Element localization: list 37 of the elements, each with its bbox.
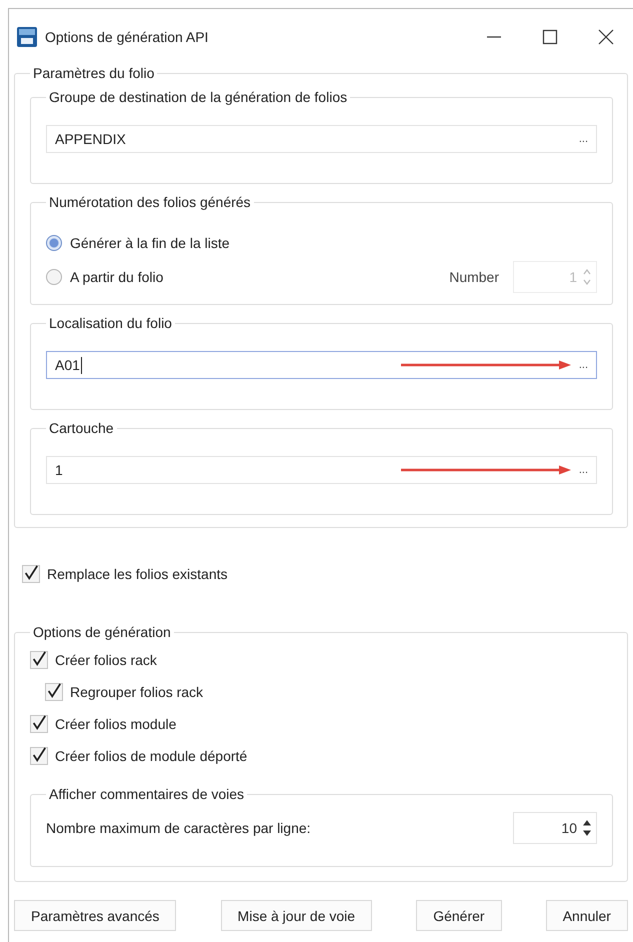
radio-button[interactable] bbox=[46, 235, 62, 251]
app-logo-icon bbox=[17, 27, 37, 47]
dialog-button[interactable]: Paramètres avancés bbox=[14, 900, 176, 931]
browse-button[interactable]: ... bbox=[572, 464, 588, 476]
dialog-button[interactable]: Annuler bbox=[546, 900, 628, 931]
text-field[interactable]: A01 ... bbox=[46, 351, 597, 379]
checkbox[interactable] bbox=[30, 651, 48, 669]
dialog-button[interactable]: Mise à jour de voie bbox=[220, 900, 372, 931]
text-field[interactable]: 1 ... bbox=[46, 456, 597, 484]
checkbox[interactable] bbox=[22, 565, 40, 583]
radio-label: A partir du folio bbox=[70, 269, 164, 285]
checkbox-label: Créer folios de module déporté bbox=[55, 748, 248, 764]
group-title: Options de génération bbox=[32, 624, 172, 640]
group-title: Cartouche bbox=[48, 420, 115, 436]
group-title: Paramètres du folio bbox=[32, 65, 156, 81]
browse-button[interactable]: ... bbox=[572, 359, 588, 371]
number-label: Number bbox=[449, 269, 499, 285]
spin-arrows-icon[interactable] bbox=[583, 819, 591, 837]
group-title: Groupe de destination de la génération de folios bbox=[48, 89, 348, 105]
dialog-button[interactable]: Générer bbox=[416, 900, 502, 931]
checkbox[interactable] bbox=[30, 715, 48, 733]
field-label: Nombre maximum de caractères par ligne: bbox=[46, 820, 311, 836]
window-title: Options de génération API bbox=[45, 29, 210, 45]
browse-button[interactable]: ... bbox=[572, 133, 588, 145]
checkbox-label: Remplace les folios existants bbox=[47, 566, 228, 582]
group-title: Numérotation des folios générés bbox=[48, 194, 252, 210]
checkbox[interactable] bbox=[30, 747, 48, 765]
text-field[interactable]: APPENDIX ... bbox=[46, 125, 597, 153]
checkbox-label: Créer folios rack bbox=[55, 652, 157, 668]
radio-button[interactable] bbox=[46, 269, 62, 285]
group-title: Afficher commentaires de voies bbox=[48, 786, 246, 802]
number-spinner[interactable]: 10 bbox=[513, 812, 597, 844]
group-title: Localisation du folio bbox=[48, 315, 173, 331]
checkbox-label: Regrouper folios rack bbox=[70, 684, 204, 700]
radio-label: Générer à la fin de la liste bbox=[70, 235, 230, 251]
checkbox-label: Créer folios module bbox=[55, 716, 176, 732]
checkbox[interactable] bbox=[45, 683, 63, 701]
